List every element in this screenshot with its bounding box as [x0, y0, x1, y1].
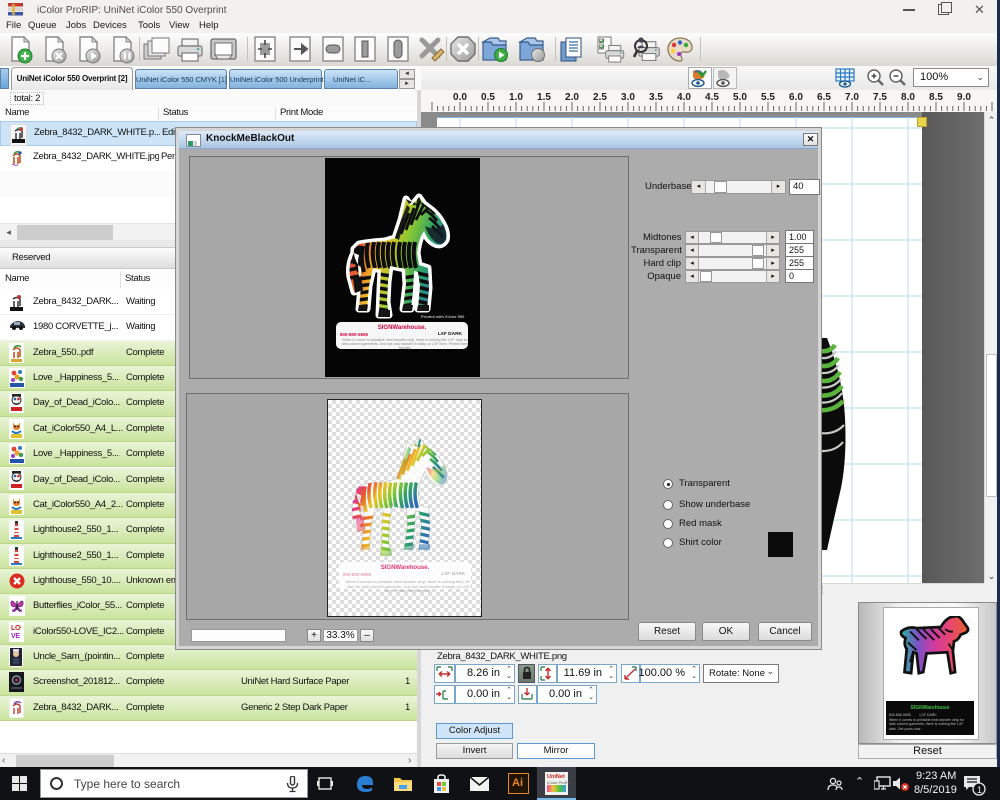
svg-text:8.5: 8.5 — [929, 92, 943, 103]
svg-text:7.0: 7.0 — [845, 92, 859, 103]
svg-text:2.0: 2.0 — [565, 92, 579, 103]
svg-text:0.0: 0.0 — [453, 92, 467, 103]
svg-text:5.0: 5.0 — [733, 92, 747, 103]
svg-text:1.0: 1.0 — [509, 92, 523, 103]
svg-text:VE: VE — [11, 633, 20, 640]
svg-text:1.5: 1.5 — [537, 92, 551, 103]
svg-text:0.5: 0.5 — [481, 92, 495, 103]
svg-text:4.0: 4.0 — [677, 92, 691, 103]
svg-text:3.0: 3.0 — [621, 92, 635, 103]
svg-text:2.5: 2.5 — [593, 92, 607, 103]
svg-text:3.5: 3.5 — [649, 92, 663, 103]
svg-text:6.5: 6.5 — [817, 92, 831, 103]
svg-text:6.0: 6.0 — [789, 92, 803, 103]
svg-text:5.5: 5.5 — [761, 92, 775, 103]
svg-text:7.5: 7.5 — [873, 92, 887, 103]
svg-text:8.0: 8.0 — [901, 92, 915, 103]
svg-text:9.0: 9.0 — [957, 92, 971, 103]
svg-text:4.5: 4.5 — [705, 92, 719, 103]
svg-text:1: 1 — [977, 785, 982, 795]
